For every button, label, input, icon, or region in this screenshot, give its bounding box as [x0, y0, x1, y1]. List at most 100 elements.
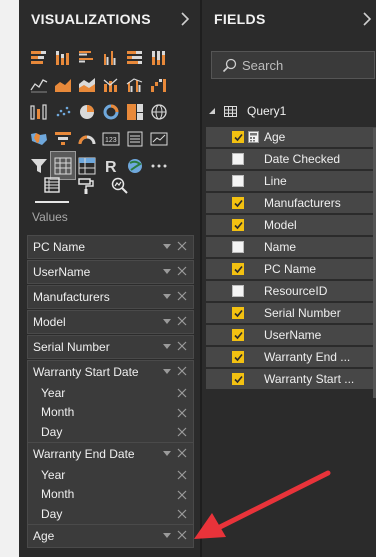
- field-item[interactable]: Model: [206, 215, 376, 235]
- fields-tab[interactable]: [35, 169, 69, 203]
- field-item[interactable]: Warranty Start ...: [206, 369, 376, 389]
- value-well-item[interactable]: Warranty Start Date Year Month Day: [27, 360, 194, 443]
- treemap-icon[interactable]: [123, 98, 147, 125]
- value-well-item[interactable]: PC Name: [27, 235, 194, 259]
- remove-field-icon[interactable]: [177, 470, 187, 480]
- value-well-item[interactable]: Warranty End Date Year Month Day: [27, 442, 194, 525]
- value-well-header[interactable]: Manufacturers: [28, 286, 193, 308]
- waterfall-icon[interactable]: [147, 71, 171, 98]
- value-well-header[interactable]: Warranty End Date: [28, 443, 193, 465]
- date-hierarchy-level[interactable]: Year: [28, 383, 193, 403]
- scatter-chart-icon[interactable]: [51, 98, 75, 125]
- remove-field-icon[interactable]: [177, 509, 187, 519]
- value-well-header[interactable]: UserName: [28, 261, 193, 283]
- table-query1[interactable]: Query1: [208, 102, 286, 120]
- field-checkbox[interactable]: [232, 307, 244, 319]
- field-item[interactable]: Warranty End ...: [206, 347, 376, 367]
- 100pct-column-icon[interactable]: [147, 44, 171, 71]
- remove-field-icon[interactable]: [177, 408, 187, 418]
- funnel-icon[interactable]: [51, 125, 75, 152]
- fields-search-input[interactable]: Search: [211, 51, 375, 79]
- field-checkbox[interactable]: [232, 131, 244, 143]
- field-checkbox[interactable]: [232, 373, 244, 385]
- remove-field-icon[interactable]: [177, 266, 187, 276]
- format-tab[interactable]: [69, 169, 103, 203]
- multi-row-card-icon[interactable]: [123, 125, 147, 152]
- field-item[interactable]: Manufacturers: [206, 193, 376, 213]
- remove-field-icon[interactable]: [177, 388, 187, 398]
- line-column-icon[interactable]: [99, 71, 123, 98]
- dropdown-caret-icon[interactable]: [163, 294, 171, 300]
- dropdown-caret-icon[interactable]: [163, 319, 171, 325]
- value-well-item[interactable]: Serial Number: [27, 335, 194, 359]
- remove-field-icon[interactable]: [177, 448, 187, 458]
- field-checkbox[interactable]: [232, 197, 244, 209]
- remove-field-icon[interactable]: [177, 341, 187, 351]
- date-hierarchy-level[interactable]: Day: [28, 504, 193, 524]
- date-hierarchy-level[interactable]: Day: [28, 422, 193, 442]
- stacked-area-icon[interactable]: [75, 71, 99, 98]
- dropdown-caret-icon[interactable]: [163, 269, 171, 275]
- gauge-icon[interactable]: [75, 125, 99, 152]
- value-well-item[interactable]: UserName: [27, 260, 194, 284]
- pie-chart-icon[interactable]: [75, 98, 99, 125]
- stacked-bar-icon[interactable]: [27, 44, 51, 71]
- field-checkbox[interactable]: [232, 241, 244, 253]
- remove-field-icon[interactable]: [177, 366, 187, 376]
- donut-chart-icon[interactable]: [99, 98, 123, 125]
- value-well-header[interactable]: Model: [28, 311, 193, 333]
- remove-field-icon[interactable]: [177, 490, 187, 500]
- remove-field-icon[interactable]: [177, 530, 187, 540]
- 100pct-bar-icon[interactable]: [123, 44, 147, 71]
- remove-field-icon[interactable]: [177, 316, 187, 326]
- dropdown-caret-icon[interactable]: [163, 369, 171, 375]
- dropdown-caret-icon[interactable]: [163, 451, 171, 457]
- field-checkbox[interactable]: [232, 219, 244, 231]
- field-checkbox[interactable]: [232, 285, 244, 297]
- dropdown-caret-icon[interactable]: [163, 344, 171, 350]
- field-item[interactable]: Date Checked: [206, 149, 376, 169]
- value-well-header[interactable]: Serial Number: [28, 336, 193, 358]
- value-well-header[interactable]: Warranty Start Date: [28, 361, 193, 383]
- value-well-header[interactable]: PC Name: [28, 236, 193, 258]
- remove-field-icon[interactable]: [177, 241, 187, 251]
- field-item[interactable]: PC Name: [206, 259, 376, 279]
- date-hierarchy-level[interactable]: Month: [28, 403, 193, 423]
- dropdown-caret-icon[interactable]: [163, 533, 171, 539]
- ribbon-chart-icon[interactable]: [27, 98, 51, 125]
- field-checkbox[interactable]: [232, 329, 244, 341]
- line-chart-icon[interactable]: [27, 71, 51, 98]
- globe-map-icon[interactable]: [147, 98, 171, 125]
- field-checkbox[interactable]: [232, 175, 244, 187]
- field-item[interactable]: Serial Number: [206, 303, 376, 323]
- remove-field-icon[interactable]: [177, 427, 187, 437]
- field-item[interactable]: Name: [206, 237, 376, 257]
- field-item[interactable]: Age: [206, 127, 376, 147]
- filled-map-icon[interactable]: [27, 125, 51, 152]
- value-well-item[interactable]: Age: [27, 524, 194, 548]
- value-well-item[interactable]: Manufacturers: [27, 285, 194, 309]
- value-well-item[interactable]: Model: [27, 310, 194, 334]
- collapse-fields-icon[interactable]: [360, 11, 374, 27]
- area-chart-icon[interactable]: [51, 71, 75, 98]
- analytics-tab[interactable]: [103, 169, 137, 203]
- date-hierarchy-level[interactable]: Year: [28, 465, 193, 485]
- value-well-header[interactable]: Age: [28, 525, 193, 547]
- field-item[interactable]: Line: [206, 171, 376, 191]
- remove-field-icon[interactable]: [177, 291, 187, 301]
- clustered-column-icon[interactable]: [99, 44, 123, 71]
- field-item[interactable]: ResourceID: [206, 281, 376, 301]
- date-hierarchy-level[interactable]: Month: [28, 485, 193, 505]
- expand-caret-icon[interactable]: [208, 107, 216, 115]
- line-clustered-column-icon[interactable]: [123, 71, 147, 98]
- dropdown-caret-icon[interactable]: [163, 244, 171, 250]
- stacked-column-icon[interactable]: [51, 44, 75, 71]
- field-item[interactable]: UserName: [206, 325, 376, 345]
- card-icon[interactable]: 123: [99, 125, 123, 152]
- field-checkbox[interactable]: [232, 351, 244, 363]
- collapse-visualizations-icon[interactable]: [178, 11, 192, 27]
- clustered-bar-icon[interactable]: [75, 44, 99, 71]
- kpi-icon[interactable]: [147, 125, 171, 152]
- field-checkbox[interactable]: [232, 153, 244, 165]
- field-checkbox[interactable]: [232, 263, 244, 275]
